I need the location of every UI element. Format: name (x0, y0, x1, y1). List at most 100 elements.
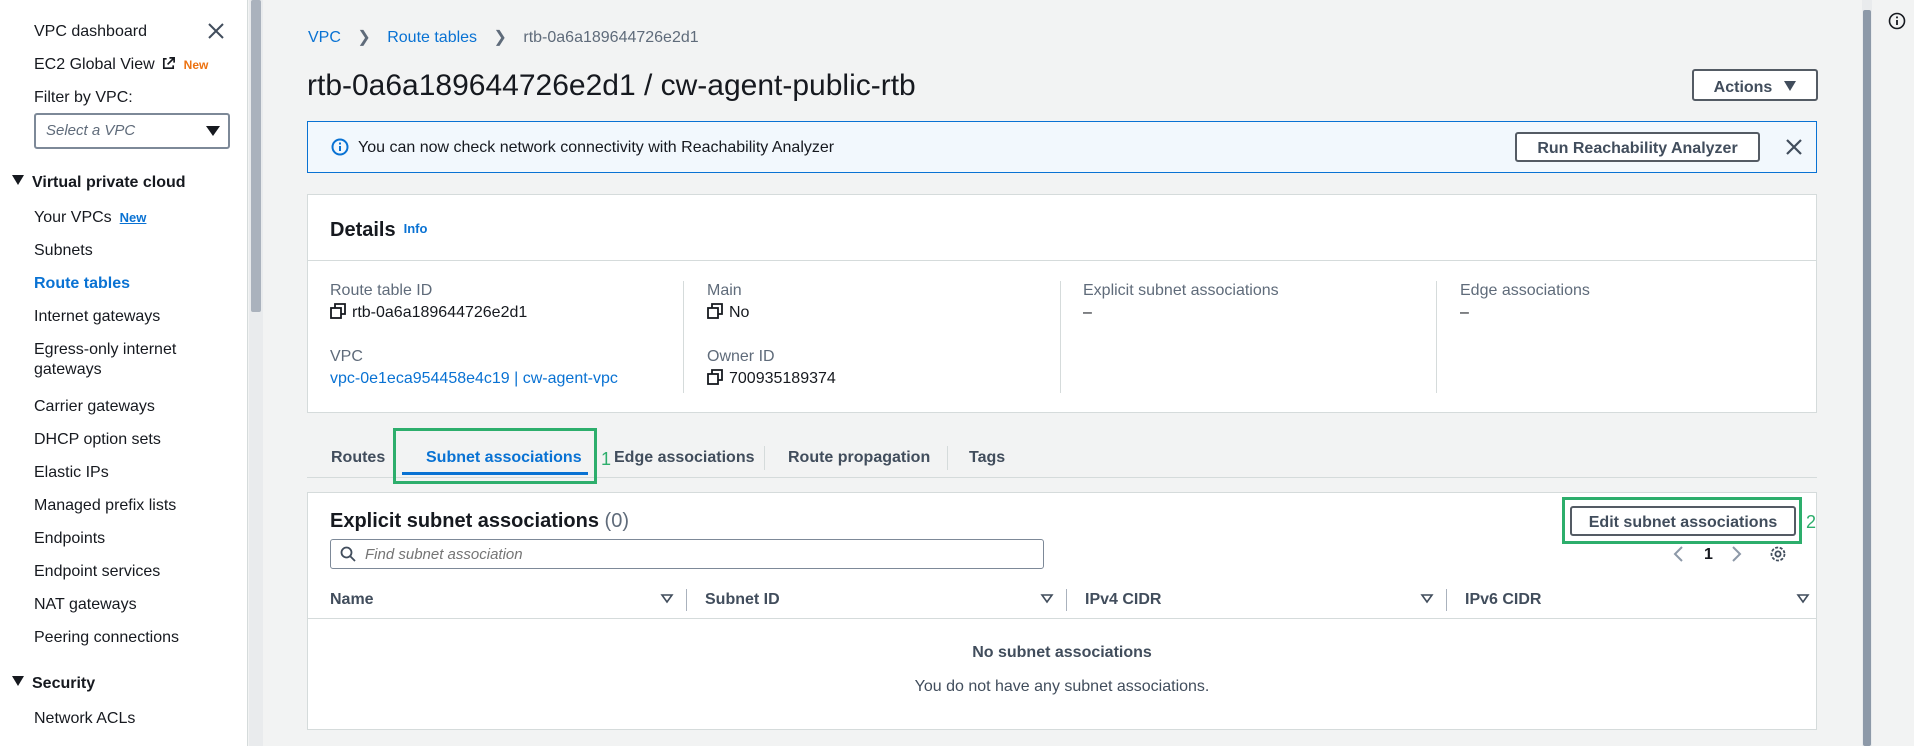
main-scrollbar[interactable] (1862, 0, 1872, 746)
expand-triangle-icon (12, 175, 24, 185)
info-circle-icon[interactable] (1888, 12, 1906, 30)
main-scrollbar-thumb[interactable] (1863, 10, 1871, 746)
sort-caret-icon[interactable] (1796, 592, 1810, 606)
empty-state-message: You do not have any subnet associations. (914, 678, 1210, 695)
tab-route-propagation[interactable]: Route propagation (788, 448, 930, 468)
info-link[interactable]: Info (404, 221, 428, 236)
breadcrumb-vpc[interactable]: VPC (308, 29, 341, 46)
caret-down-icon (206, 126, 220, 136)
details-panel: Details Info Route table ID rtb-0a6a18964… (307, 194, 1817, 413)
nav-peering-connections[interactable]: Peering connections (34, 628, 179, 648)
close-navigation-icon[interactable] (207, 22, 225, 40)
vpc-link[interactable]: vpc-0e1eca954458e4c19 | cw-agent-vpc (330, 370, 618, 387)
actions-button[interactable]: Actions (1692, 69, 1818, 101)
vpc-filter-placeholder: Select a VPC (46, 122, 136, 139)
edge-associations-value: – (1460, 304, 1469, 321)
nav-ec2-global-view[interactable]: EC2 Global View New (34, 55, 208, 75)
new-badge: New (119, 210, 147, 225)
sort-caret-icon[interactable] (1040, 592, 1054, 606)
owner-id-value: 700935189374 (707, 369, 836, 389)
nav-egress-only-internet-gateways[interactable]: Egress-only internet gateways (34, 340, 176, 380)
breadcrumb-current: rtb-0a6a189644726e2d1 (523, 29, 699, 46)
previous-page-icon[interactable] (1672, 545, 1684, 569)
empty-state-title: No subnet associations (972, 644, 1152, 661)
dismiss-banner-icon[interactable] (1784, 137, 1804, 157)
main-label: Main (707, 282, 742, 299)
nav-vpc-dashboard[interactable]: VPC dashboard (34, 22, 147, 42)
route-table-id-label: Route table ID (330, 282, 433, 299)
tab-tags[interactable]: Tags (969, 448, 1005, 468)
run-reachability-analyzer-button[interactable]: Run Reachability Analyzer (1515, 132, 1760, 162)
column-header-ipv4-cidr: IPv4 CIDR (1085, 591, 1162, 608)
expand-triangle-icon (12, 676, 24, 686)
sort-caret-icon[interactable] (1420, 592, 1434, 606)
section-virtual-private-cloud[interactable]: Virtual private cloud (12, 173, 186, 193)
search-input[interactable] (365, 543, 1025, 565)
page-number[interactable]: 1 (1704, 545, 1713, 565)
annotation-number-2: 2 (1806, 512, 1817, 532)
nav-managed-prefix-lists[interactable]: Managed prefix lists (34, 496, 176, 516)
nav-carrier-gateways[interactable]: Carrier gateways (34, 397, 155, 417)
copy-icon[interactable] (707, 303, 723, 319)
owner-id-label: Owner ID (707, 348, 775, 365)
section-title: Security (32, 675, 96, 692)
main-text: No (729, 304, 750, 321)
nav-subnets[interactable]: Subnets (34, 241, 93, 261)
route-table-id-text: rtb-0a6a189644726e2d1 (352, 304, 528, 321)
next-page-icon[interactable] (1731, 545, 1743, 569)
sidebar-scrollbar-thumb[interactable] (251, 0, 261, 312)
annotation-box-1 (393, 428, 597, 484)
details-title: Details (330, 219, 396, 241)
sort-caret-icon[interactable] (660, 592, 674, 606)
breadcrumb-route-tables[interactable]: Route tables (387, 29, 477, 46)
section-title: Virtual private cloud (32, 174, 186, 191)
column-divider[interactable] (686, 589, 687, 611)
copy-icon[interactable] (330, 303, 346, 319)
nav-dhcp-option-sets[interactable]: DHCP option sets (34, 430, 161, 450)
tab-edge-associations[interactable]: Edge associations (614, 448, 755, 468)
breadcrumb: VPC ❯ Route tables ❯ rtb-0a6a189644726e2… (308, 28, 699, 48)
nav-internet-gateways[interactable]: Internet gateways (34, 307, 160, 327)
chevron-right-icon: ❯ (357, 29, 371, 46)
banner-message: You can now check network connectivity w… (358, 139, 835, 156)
nav-egress-line2: gateways (34, 361, 102, 378)
copy-icon[interactable] (707, 369, 723, 385)
new-badge: New (183, 58, 209, 72)
annotation-box-2 (1562, 497, 1802, 544)
settings-gear-icon[interactable] (1769, 545, 1787, 569)
nav-route-tables[interactable]: Route tables (34, 274, 130, 294)
column-header-subnet-id: Subnet ID (705, 591, 780, 608)
route-table-id-value: rtb-0a6a189644726e2d1 (330, 303, 527, 323)
subnet-associations-title-text: Explicit subnet associations (330, 510, 599, 532)
details-col-3: Explicit subnet associations – (1061, 281, 1437, 393)
details-header: Details Info (308, 195, 1816, 261)
section-security[interactable]: Security (12, 674, 95, 694)
nav-your-vpcs-label: Your VPCs (34, 209, 112, 226)
column-divider[interactable] (1446, 589, 1447, 611)
external-link-icon (161, 56, 176, 71)
tab-divider (764, 446, 765, 470)
nav-endpoint-services[interactable]: Endpoint services (34, 562, 160, 582)
annotation-number-1: 1 (601, 449, 612, 469)
nav-elastic-ips[interactable]: Elastic IPs (34, 463, 109, 483)
vpc-filter-select[interactable]: Select a VPC (34, 113, 230, 149)
nav-egress-line1: Egress-only internet (34, 341, 177, 358)
column-header-ipv6-cidr: IPv6 CIDR (1465, 591, 1542, 608)
main-value: No (707, 303, 749, 323)
page-title: rtb-0a6a189644726e2d1 / cw-agent-public-… (307, 69, 916, 102)
find-subnet-association-search[interactable] (330, 539, 1044, 569)
column-divider[interactable] (1066, 589, 1067, 611)
reachability-banner: You can now check network connectivity w… (307, 121, 1817, 173)
details-col-2: Main No Owner ID 700935189374 (685, 281, 1061, 393)
nav-endpoints[interactable]: Endpoints (34, 529, 105, 549)
table-header: Name Subnet ID IPv4 CIDR IPv6 CIDR (308, 581, 1816, 619)
sidebar-scrollbar[interactable] (249, 0, 263, 746)
filter-by-vpc-label: Filter by VPC: (34, 89, 133, 106)
tab-routes[interactable]: Routes (331, 448, 385, 468)
nav-nat-gateways[interactable]: NAT gateways (34, 595, 137, 615)
explicit-subnet-associations-label: Explicit subnet associations (1083, 282, 1279, 299)
search-icon (340, 546, 356, 562)
actions-label: Actions (1713, 78, 1773, 96)
nav-your-vpcs[interactable]: Your VPCs New (34, 208, 146, 228)
nav-network-acls[interactable]: Network ACLs (34, 709, 135, 729)
